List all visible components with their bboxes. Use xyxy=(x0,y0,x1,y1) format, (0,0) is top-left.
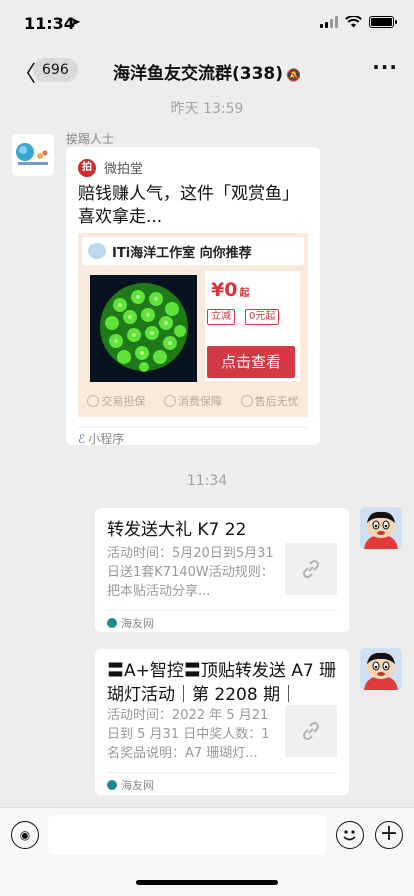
more-dots-icon[interactable]: ··· xyxy=(372,55,398,79)
coral-product-image xyxy=(90,275,197,382)
mini-program-header: 拍 微拍堂 xyxy=(78,158,143,177)
divider xyxy=(107,610,337,611)
bell-muted-icon: 🔕 xyxy=(286,68,301,82)
source-logo-icon xyxy=(107,780,117,790)
shield-icon xyxy=(240,395,253,407)
guarantee-item: 售后无忧 xyxy=(240,393,299,409)
chat-header: 〈 696 海洋鱼友交流群(338) 🔕 ··· xyxy=(0,48,414,92)
mini-program-name: 微拍堂 xyxy=(104,162,144,177)
mini-program-title: 赔钱赚人气，这件「观赏鱼」喜欢拿走... xyxy=(78,184,299,227)
guarantee-label: 售后无忧 xyxy=(254,395,299,408)
link-icon xyxy=(302,721,320,741)
guarantee-item: 交易担保 xyxy=(87,393,145,409)
status-indicators xyxy=(320,16,397,28)
tag-discount: 立减 xyxy=(207,309,235,325)
cartoon-avatar-icon xyxy=(360,648,402,690)
chat-title-text: 海洋鱼友交流群(338) xyxy=(113,64,284,84)
location-arrow-icon: ➤ xyxy=(70,15,81,30)
emoji-icon[interactable] xyxy=(336,821,364,849)
message-timestamp: 11:34 xyxy=(186,473,228,489)
avatar[interactable] xyxy=(360,507,402,549)
source-logo-icon xyxy=(107,618,117,628)
cellular-signal-icon xyxy=(320,16,338,28)
source-name: 海友网 xyxy=(121,779,154,792)
price-value: 0 xyxy=(224,279,238,301)
shield-icon xyxy=(87,395,100,407)
price-box: ¥0 起 立减 0元起 点击查看 xyxy=(205,271,300,381)
home-indicator xyxy=(136,880,278,885)
cartoon-avatar-icon xyxy=(360,507,402,549)
plus-icon[interactable]: + xyxy=(375,821,403,849)
price: ¥0 起 xyxy=(211,279,249,301)
link-source: 海友网 xyxy=(107,615,154,631)
view-button[interactable]: 点击查看 xyxy=(207,346,295,378)
guarantee-item: 消费保障 xyxy=(163,393,222,409)
link-source: 海友网 xyxy=(107,777,154,793)
message-timestamp: 昨天 13:59 xyxy=(170,101,244,117)
link-card[interactable]: 转发送大礼 K7 22 活动时间：5月20日到5月31日送1套K7140W活动规… xyxy=(95,508,349,632)
link-description: 活动时间：5月20日到5月31日送1套K7140W活动规则：把本贴活动分享... xyxy=(107,546,274,599)
price-symbol: ¥ xyxy=(211,279,225,301)
link-card[interactable]: 〓A+智控〓顶贴转发送 A7 珊瑚灯活动｜第 2208 期｜ 活动时间：2022… xyxy=(95,649,349,795)
promo-panel: ITi海洋工作室 向你推荐 ¥0 起 立减 0元起 点击查看 交易担保 消费保障… xyxy=(78,233,308,417)
shop-logo-icon xyxy=(88,243,106,259)
message-input[interactable] xyxy=(48,815,326,855)
avatar[interactable] xyxy=(12,134,54,176)
link-thumbnail xyxy=(285,705,337,757)
coral-logo-icon xyxy=(12,134,54,176)
source-name: 海友网 xyxy=(121,617,154,630)
divider xyxy=(78,427,308,428)
weipaitang-logo-icon: 拍 xyxy=(78,158,96,177)
mini-program-footer: ℰ 小程序 xyxy=(78,430,124,447)
link-thumbnail xyxy=(285,543,337,595)
tag-zero-start: 0元起 xyxy=(245,309,280,325)
shop-header: ITi海洋工作室 向你推荐 xyxy=(82,237,304,265)
divider xyxy=(107,772,337,773)
wifi-icon xyxy=(345,16,362,28)
shop-name: ITi海洋工作室 向你推荐 xyxy=(112,245,252,261)
chat-title: 海洋鱼友交流群(338) 🔕 xyxy=(0,59,414,84)
mini-program-icon: ℰ xyxy=(78,432,86,446)
link-description: 活动时间：2022 年 5 月21 日到 5 月31 日中奖人数：1 名奖品说明… xyxy=(107,708,270,761)
status-bar: 11:34 ➤ xyxy=(0,0,414,48)
voice-input-icon[interactable]: ◉ xyxy=(11,821,39,849)
price-suffix: 起 xyxy=(239,288,250,299)
guarantee-label: 消费保障 xyxy=(177,395,222,408)
sender-name: 挨踢人士 xyxy=(66,132,115,146)
status-time: 11:34 xyxy=(24,14,75,33)
avatar[interactable] xyxy=(360,648,402,690)
guarantee-row: 交易担保 消费保障 售后无忧 xyxy=(78,393,308,409)
link-title: 转发送大礼 K7 22 xyxy=(107,520,247,540)
shield-icon xyxy=(163,395,176,407)
mini-program-footer-label: 小程序 xyxy=(88,432,125,446)
guarantee-label: 交易担保 xyxy=(101,395,146,408)
battery-icon xyxy=(369,16,397,28)
link-icon xyxy=(302,559,320,579)
mini-program-card[interactable]: 拍 微拍堂 赔钱赚人气，这件「观赏鱼」喜欢拿走... ITi海洋工作室 向你推荐 xyxy=(66,147,320,447)
link-title: 〓A+智控〓顶贴转发送 A7 珊瑚灯活动｜第 2208 期｜ xyxy=(107,661,337,705)
